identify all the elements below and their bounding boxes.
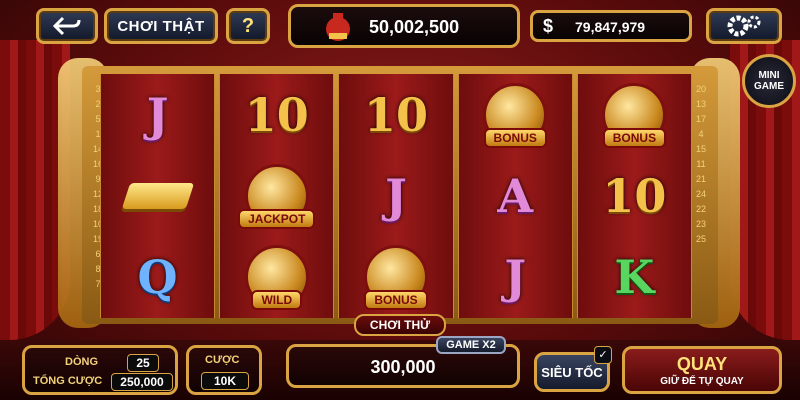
top-bar: CHƠI THẬT ? 50,002,500 $ 79,847,979 [0, 0, 800, 52]
reel-5: BONUS 10 K [576, 74, 693, 318]
symbol-bonus: BONUS [584, 78, 684, 152]
symbol-wild: WILD [227, 240, 327, 314]
mini-game-label-2: GAME [754, 81, 784, 92]
right-line-numbers: 20 13 17 4 15 11 21 24 22 23 25 [694, 84, 708, 244]
symbol-bonus: BONUS [346, 240, 446, 314]
dollar-icon: $ [543, 16, 554, 36]
symbol-banner: BONUS [364, 290, 428, 311]
line-number: 4 [698, 129, 704, 139]
jackpot-value: 50,002,500 [369, 17, 460, 37]
reel-3: 10 J BONUS [338, 74, 454, 318]
line-number: 17 [695, 114, 706, 124]
symbol-letter: 10 [584, 159, 684, 233]
mini-game-label-1: MINI [758, 70, 780, 81]
symbol-letter: Q [108, 240, 208, 314]
symbol-text: 10 [363, 87, 428, 142]
bet-label: CƯỢC [205, 354, 240, 366]
play-try-button[interactable]: CHƠI THỬ [354, 314, 446, 336]
balance-display: $ 79,847,979 [530, 10, 692, 42]
line-number: 11 [696, 159, 706, 169]
play-real-button[interactable]: CHƠI THẬT [104, 8, 218, 44]
line-number: 13 [695, 99, 706, 109]
spin-label: QUAY [676, 354, 728, 374]
line-number: 25 [695, 234, 706, 244]
turbo-checkbox[interactable]: ✓ [594, 346, 612, 364]
symbol-banner: BONUS [483, 127, 547, 148]
money-bag-icon [326, 13, 350, 41]
symbol-letter: J [108, 78, 208, 152]
settings-button[interactable] [706, 8, 782, 44]
back-button[interactable] [36, 8, 98, 44]
symbol-banner: BONUS [602, 127, 667, 148]
symbol-text: J [504, 250, 527, 305]
symbol-text: J [385, 168, 407, 223]
lines-value: 25 [127, 354, 159, 372]
line-number: 21 [695, 174, 706, 184]
symbol-letter: 10 [346, 78, 446, 152]
line-number: 24 [695, 189, 706, 199]
symbol-letter: J [346, 159, 446, 233]
auto-spin-label: GIỮ ĐỂ TỰ QUAY [660, 376, 744, 387]
reel-4: BONUS A J [457, 74, 573, 318]
help-button[interactable]: ? [226, 8, 270, 44]
symbol-text: Q [137, 250, 178, 305]
symbol-letter: A [465, 159, 565, 233]
gold-bar-shape [121, 182, 194, 209]
spin-button[interactable]: QUAY GIỮ ĐỂ TỰ QUAY [622, 346, 782, 394]
win-value: 300,000 [370, 357, 436, 377]
jackpot-display: 50,002,500 [288, 4, 520, 48]
line-number: 20 [695, 84, 706, 94]
symbol-banner: JACKPOT [238, 208, 316, 229]
balance-value: 79,847,979 [575, 19, 646, 35]
symbol-jackpot: JACKPOT [227, 159, 327, 233]
bet-value: 10K [201, 372, 249, 390]
total-bet-label: TỔNG CƯỢC [33, 375, 103, 387]
gold-ingot-icon [108, 159, 208, 233]
line-number: 22 [695, 204, 706, 214]
lines-label: DÒNG [65, 356, 98, 368]
reels: J Q 10 JACKPOT WILD 10 J BONUS BONUS A J BONUS 10 K [100, 74, 693, 318]
symbol-letter: K [584, 240, 684, 314]
symbol-text: 10 [602, 168, 667, 223]
mini-game-button[interactable]: MINI GAME [742, 54, 796, 108]
lines-panel[interactable]: DÒNG 25 TỔNG CƯỢC 250,000 [22, 345, 178, 395]
symbol-text: J [146, 87, 169, 142]
reel-1: JQ [100, 74, 216, 318]
arrow-back-icon [53, 16, 81, 36]
line-number: 23 [695, 219, 706, 229]
symbol-text: K [614, 250, 655, 305]
game-x2-button[interactable]: GAME X2 [436, 336, 506, 354]
gear-icon [727, 15, 761, 37]
total-bet-value: 250,000 [111, 373, 173, 391]
symbol-letter: J [465, 240, 565, 314]
bet-panel[interactable]: CƯỢC 10K [186, 345, 262, 395]
symbol-text: A [497, 168, 534, 223]
reel-2: 10 JACKPOT WILD [219, 74, 335, 318]
symbol-bonus: BONUS [465, 78, 565, 152]
symbol-banner: WILD [251, 290, 303, 311]
line-number: 15 [695, 144, 706, 154]
symbol-letter: 10 [227, 78, 327, 152]
symbol-text: 10 [244, 87, 309, 142]
